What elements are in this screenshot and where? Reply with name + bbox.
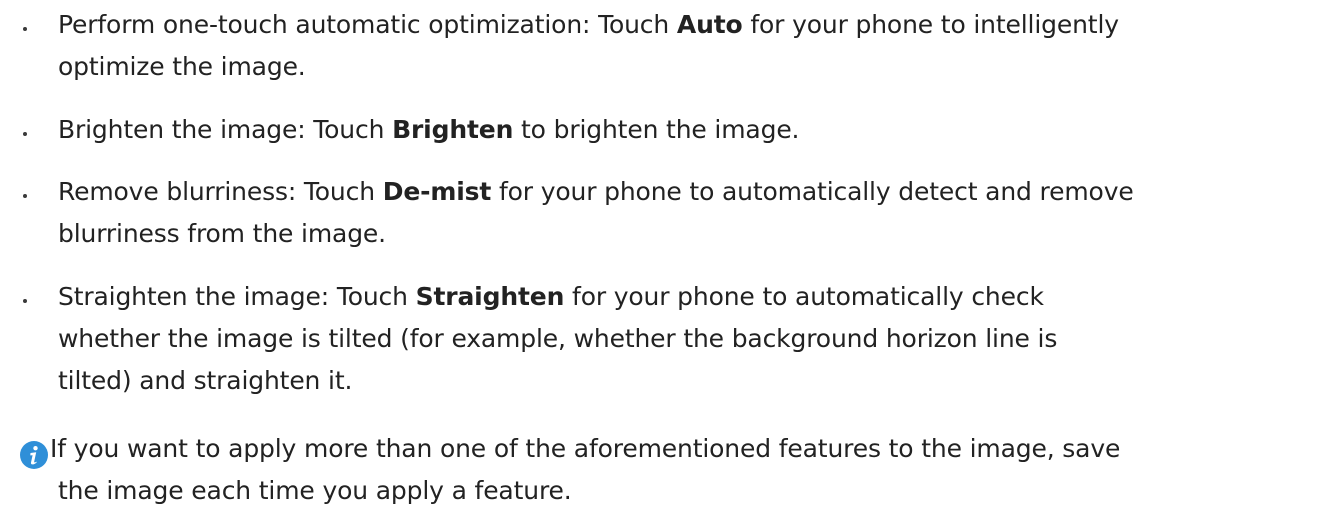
text-line: blurriness from the image.: [58, 219, 386, 248]
text-line: Perform one-touch automatic optimization…: [58, 4, 1320, 46]
text-line: whether the image is tilted (for example…: [58, 324, 1058, 353]
note-line: the image each time you apply a feature.: [58, 476, 572, 505]
text-line: Remove blurriness: Touch De-mist for you…: [58, 171, 1320, 213]
list-item-text: Brighten the image: Touch Brighten to br…: [58, 109, 1320, 151]
text-line: Brighten the image: Touch Brighten to br…: [58, 109, 1320, 151]
list-item-text: Remove blurriness: Touch De-mist for you…: [58, 171, 1320, 255]
note-text: If you want to apply more than one of th…: [50, 428, 1320, 512]
text-segment: Perform one-touch automatic optimization…: [58, 10, 677, 39]
text-segment: Straighten the image: Touch: [58, 282, 416, 311]
text-segment: Remove blurriness: Touch: [58, 177, 383, 206]
text-line: tilted) and straighten it.: [58, 366, 353, 395]
text-segment: for your phone to automatically detect a…: [491, 177, 1134, 206]
text-segment: for your phone to intelligently: [742, 10, 1119, 39]
document-page: Perform one-touch automatic optimization…: [0, 0, 1333, 519]
bullet-dot: [23, 132, 27, 136]
list-item-text: Perform one-touch automatic optimization…: [58, 4, 1320, 88]
brighten-label: Brighten: [392, 115, 514, 144]
text-line: Straighten the image: Touch Straighten f…: [58, 276, 1320, 318]
text-segment: for your phone to automatically check: [564, 282, 1044, 311]
de-mist-label: De-mist: [382, 177, 492, 206]
text-line: optimize the image.: [58, 52, 306, 81]
straighten-label: Straighten: [415, 282, 565, 311]
text-segment: Brighten the image: Touch: [58, 115, 393, 144]
auto-label: Auto: [676, 10, 743, 39]
text-segment: to brighten the image.: [513, 115, 800, 144]
bullet-dot: [23, 27, 27, 31]
info-icon: [19, 440, 49, 470]
bullet-dot: [23, 194, 27, 198]
bullet-dot: [23, 299, 27, 303]
note-line: If you want to apply more than one of th…: [50, 434, 1121, 463]
list-item-text: Straighten the image: Touch Straighten f…: [58, 276, 1320, 402]
